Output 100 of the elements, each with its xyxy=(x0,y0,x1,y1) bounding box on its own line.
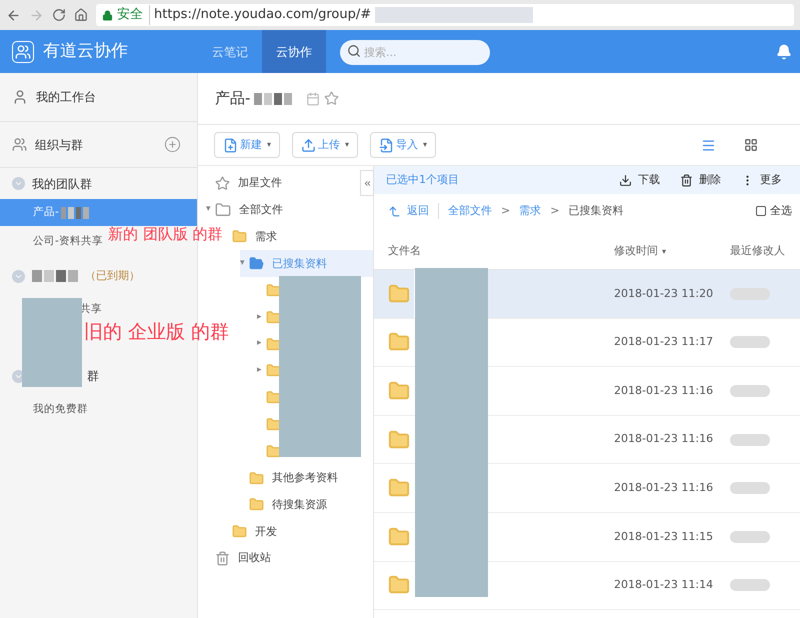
group-item[interactable]: 我的免费群 xyxy=(33,402,88,418)
column-header: 最近修改人 xyxy=(730,243,785,260)
trash-icon xyxy=(680,174,693,186)
column-header[interactable]: 修改时间 ▾ xyxy=(614,243,730,260)
import-icon xyxy=(379,138,394,152)
section-title: 群 xyxy=(86,368,99,385)
modified-time: 2018-01-23 11:16 xyxy=(614,480,714,496)
tree-item[interactable]: 其他参考资料 xyxy=(240,464,338,492)
modified-time: 2018-01-23 11:16 xyxy=(614,431,714,448)
collapse-icon[interactable] xyxy=(12,270,25,282)
tree-item[interactable]: ▸ xyxy=(257,358,281,384)
folder-icon xyxy=(266,444,281,459)
selection-count: 已选中1个项目 xyxy=(386,172,459,188)
star-icon xyxy=(215,176,230,191)
back-icon[interactable] xyxy=(6,8,21,22)
toolbar-button[interactable]: 上传 ▾ xyxy=(292,132,358,158)
forward-icon[interactable] xyxy=(29,8,44,22)
add-icon[interactable] xyxy=(164,136,181,153)
user-icon xyxy=(12,89,28,105)
column-header: 文件名 xyxy=(387,243,422,260)
breadcrumb-separator: > xyxy=(550,202,560,219)
modified-time: 2018-01-23 11:20 xyxy=(614,286,714,302)
folder-icon xyxy=(232,524,247,540)
logo-icon xyxy=(12,40,34,62)
calendar-icon[interactable] xyxy=(306,92,320,106)
address-bar[interactable]: 安全 https://note.youdao.com/group/# xyxy=(96,4,794,26)
trash-icon xyxy=(215,551,230,566)
folder-icon xyxy=(388,428,410,451)
folder-icon xyxy=(266,336,281,352)
blurred-name xyxy=(730,579,770,592)
modified-time: 2018-01-23 11:17 xyxy=(614,334,714,350)
workbench-link[interactable]: 我的工作台 xyxy=(36,88,96,106)
tree-item[interactable]: 开发 xyxy=(223,518,277,546)
modified-time: 2018-01-23 11:14 xyxy=(614,577,714,594)
app-title: 有道云协作 xyxy=(43,40,128,63)
collapse-panel-icon[interactable] xyxy=(360,170,374,196)
folder-icon xyxy=(388,574,410,596)
folder-icon xyxy=(266,363,281,378)
blurred-name xyxy=(730,482,770,494)
return-arrow-icon xyxy=(388,204,401,218)
file-row[interactable]: 2018-01-23 11:20 xyxy=(487,270,800,318)
grid-view-icon[interactable] xyxy=(744,138,758,152)
toolbar-button[interactable]: 导入 ▾ xyxy=(370,132,436,158)
section-title: 我的团队群 xyxy=(32,176,92,192)
bell-icon[interactable] xyxy=(776,44,792,60)
folder-icon xyxy=(266,390,281,406)
tree-item[interactable]: 待搜集资源 xyxy=(240,492,327,518)
annotation-text: 新的 团队版 的群 xyxy=(108,227,223,242)
nav-tab[interactable]: 云协作 xyxy=(262,30,326,73)
users-icon xyxy=(12,137,27,152)
folder-icon xyxy=(232,229,247,244)
caret-icon[interactable]: ▸ xyxy=(257,310,266,324)
folder-icon xyxy=(388,331,410,354)
reload-icon[interactable] xyxy=(52,8,66,22)
caret-icon[interactable]: ▸ xyxy=(257,337,266,351)
blurred-name xyxy=(730,288,770,300)
annotation-text: 旧的 企业版 的群 xyxy=(84,323,230,342)
blurred-name xyxy=(730,434,770,446)
tree-item[interactable]: ▸ xyxy=(257,304,281,331)
breadcrumb-item: 已搜集资料 xyxy=(568,202,624,219)
folder-icon xyxy=(266,310,281,325)
group-item[interactable]: 公司-资料共享 xyxy=(33,234,103,250)
pixelated-text xyxy=(254,92,292,104)
pixelated-text xyxy=(60,206,89,218)
blurred-name xyxy=(730,384,770,397)
back-link[interactable]: 返回 xyxy=(388,202,439,220)
download-icon xyxy=(619,174,632,186)
tree-item[interactable]: ▾ 全部文件 xyxy=(206,196,283,224)
home-icon[interactable] xyxy=(74,8,88,22)
action-button[interactable]: 删除 xyxy=(680,172,721,188)
caret-icon[interactable]: ▾ xyxy=(206,203,215,217)
blurred-name xyxy=(730,530,770,543)
file-icon-cell[interactable] xyxy=(374,270,414,318)
action-button[interactable]: 下载 xyxy=(619,172,660,188)
action-button[interactable]: 更多 xyxy=(741,172,782,188)
tree-item[interactable]: 加星文件 xyxy=(206,170,282,197)
search-field[interactable]: 搜索... xyxy=(340,40,490,65)
expired-label: （已到期） xyxy=(85,268,140,284)
tree-item[interactable]: 需求 xyxy=(223,224,277,250)
collapse-icon[interactable] xyxy=(12,177,25,190)
folder-icon xyxy=(249,497,264,512)
folder-icon xyxy=(388,477,410,500)
security-label: 安全 xyxy=(117,5,150,25)
folder-icon xyxy=(249,256,264,272)
orgs-link[interactable]: 组织与群 xyxy=(35,136,83,154)
breadcrumb-separator: > xyxy=(501,202,510,219)
folder-icon xyxy=(266,283,281,298)
folder-icon xyxy=(215,202,231,218)
folder-icon xyxy=(266,417,281,432)
folder-icon xyxy=(249,470,264,486)
list-view-icon[interactable] xyxy=(701,138,716,152)
toolbar-button[interactable]: 新建 ▾ xyxy=(214,132,280,158)
modified-time: 2018-01-23 11:16 xyxy=(614,382,714,399)
tree-item[interactable]: 回收站 xyxy=(206,545,271,572)
tree-item[interactable]: ▸ xyxy=(257,330,281,358)
select-all-checkbox[interactable]: 全选 xyxy=(756,202,792,220)
lock-icon xyxy=(102,10,113,20)
upload-icon xyxy=(301,138,316,152)
star-icon[interactable] xyxy=(324,91,340,106)
caret-icon[interactable]: ▸ xyxy=(257,364,266,378)
